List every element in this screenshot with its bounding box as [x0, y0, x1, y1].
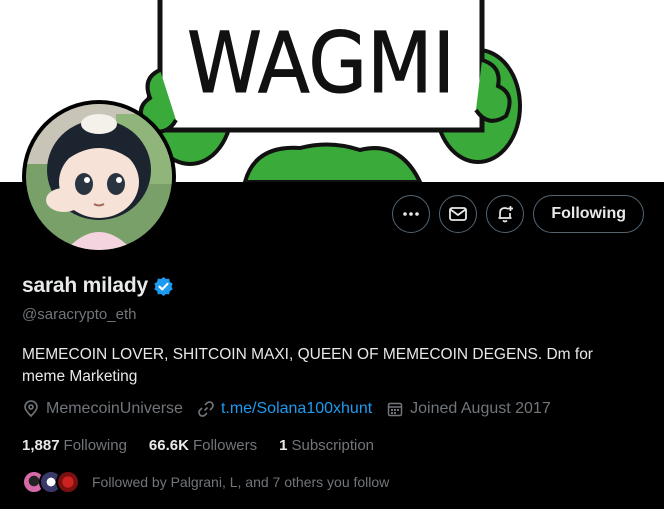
subscriptions-count[interactable]: 1 Subscription [279, 437, 374, 454]
more-button[interactable] [392, 195, 431, 233]
follower-avatar [56, 470, 80, 494]
profile-counts: 1,887 Following 66.6K Followers 1 Subscript… [22, 437, 396, 454]
followers-label: Followers [192, 437, 258, 454]
joined-text: Joined August 2017 [410, 400, 551, 417]
following-button[interactable]: Following [533, 195, 644, 233]
calendar-icon [387, 402, 403, 417]
message-button[interactable] [439, 195, 478, 233]
following-count[interactable]: 1,887 Following [22, 437, 127, 454]
display-name: sarah milady [22, 274, 148, 297]
link-icon [198, 401, 214, 417]
location-text: MemecoinUniverse [46, 400, 183, 417]
subscriptions-label: Subscription [291, 437, 375, 454]
profile-meta: MemecoinUniverse t.me/Solana100xhunt Joi… [22, 400, 565, 418]
followers-value: 66.6K [148, 437, 189, 454]
mail-icon [449, 207, 468, 221]
location-item: MemecoinUniverse [22, 400, 183, 418]
more-icon [403, 212, 420, 216]
profile-avatar[interactable] [22, 100, 176, 254]
user-handle: @saracrypto_eth [22, 306, 137, 323]
following-value: 1,887 [22, 437, 60, 454]
name-row: sarah milady [22, 274, 174, 298]
joined-item: Joined August 2017 [386, 400, 551, 418]
profile-actions: Following [392, 195, 644, 233]
profile-bio: MEMECOIN LOVER, SHITCOIN MAXI, QUEEN OF … [22, 346, 593, 385]
location-pin-icon [24, 400, 38, 418]
avatar-image [26, 104, 172, 250]
followers-count[interactable]: 66.6K Followers [149, 437, 257, 454]
subscriptions-value: 1 [279, 437, 288, 454]
notify-button[interactable] [486, 195, 525, 233]
verified-badge-icon[interactable] [153, 276, 174, 297]
website-link[interactable]: t.me/Solana100xhunt [221, 400, 372, 418]
follower-avatars [22, 470, 80, 494]
followed-by[interactable]: Followed by Palgrani, L, and 7 others yo… [22, 470, 389, 494]
following-label: Following [63, 437, 127, 454]
website-item[interactable]: t.me/Solana100xhunt [197, 400, 372, 418]
banner-sign-text: WAGMI [187, 14, 455, 112]
followed-by-text: Followed by Palgrani, L, and 7 others yo… [92, 474, 390, 490]
bell-plus-icon [498, 206, 514, 223]
